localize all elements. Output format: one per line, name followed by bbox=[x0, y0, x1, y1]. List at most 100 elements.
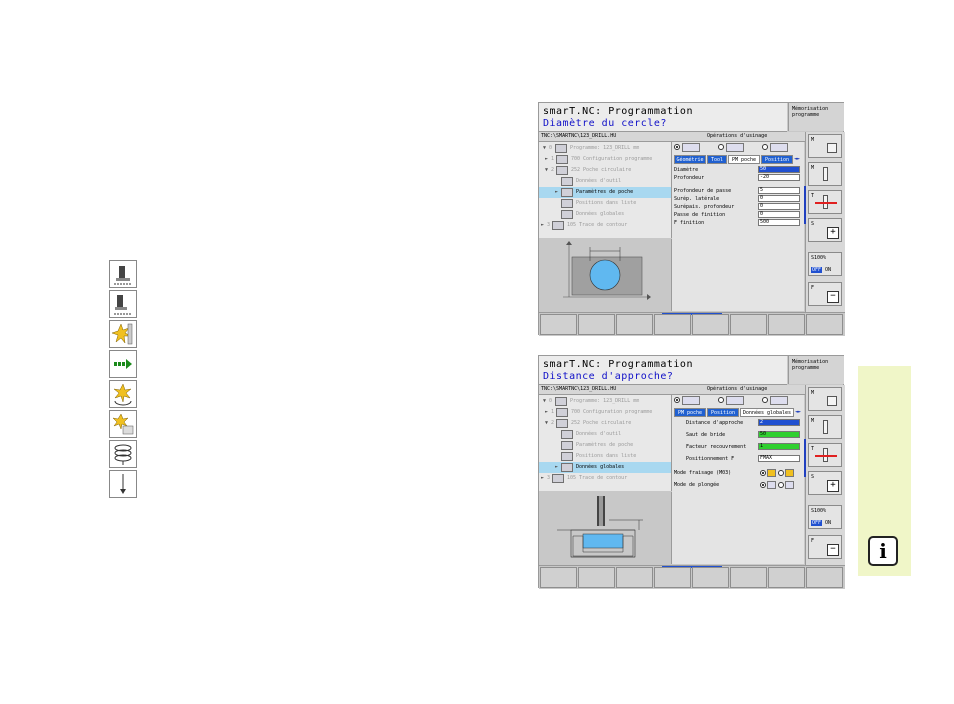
passe-finition-input[interactable]: 0 bbox=[758, 211, 800, 218]
mode-plongee-radio[interactable] bbox=[760, 482, 766, 488]
view-radio[interactable] bbox=[674, 144, 680, 150]
view-radio[interactable] bbox=[762, 397, 768, 403]
path-bar: TNC:\SMARTNC\123_DRILL.HU Opérations d'u… bbox=[539, 132, 806, 142]
field-label: Positionnement F bbox=[686, 456, 735, 462]
spindle-plus-button[interactable]: S + bbox=[808, 471, 842, 495]
tree-item-selected[interactable]: ► Paramètres de poche bbox=[539, 187, 671, 198]
tree-item[interactable]: ▼ 2 252 Poche circulaire bbox=[539, 165, 671, 176]
softkey-7[interactable] bbox=[768, 314, 805, 335]
tree-item[interactable]: ► 3 105 Trace de contour bbox=[539, 473, 671, 484]
tab-donnees-globales[interactable]: Données globales bbox=[740, 408, 794, 417]
tree-item[interactable]: ▼ 0 Programme: 123_DRILL mm bbox=[539, 143, 671, 154]
tree-item[interactable]: Positions dans liste bbox=[539, 451, 671, 462]
tree-item[interactable]: ► 1 700 Configuration programme bbox=[539, 407, 671, 418]
field-row: Diamètre 50 bbox=[674, 166, 802, 174]
mode-fraisage-radio[interactable] bbox=[760, 470, 766, 476]
parameter-panel: Géométrie Tool PM poche Position ◄► Diam… bbox=[672, 142, 804, 311]
spindle-override-button[interactable]: S100% OFF ON bbox=[808, 505, 842, 529]
view-3d-icon bbox=[682, 143, 700, 152]
tab-tool[interactable]: Tool bbox=[707, 155, 727, 164]
m-tool-button[interactable]: M bbox=[808, 415, 842, 439]
field-row: Mode de plongée bbox=[674, 481, 802, 491]
tab-pm-poche[interactable]: PM poche bbox=[728, 155, 760, 164]
spindle-override-button[interactable]: S100% OFF ON bbox=[808, 252, 842, 276]
positionnement-f-input[interactable]: FMAX bbox=[758, 455, 800, 462]
softkey-4[interactable] bbox=[654, 567, 691, 588]
softkey-3[interactable] bbox=[616, 567, 653, 588]
tree-item[interactable]: Positions dans liste bbox=[539, 198, 671, 209]
scroll-indicator bbox=[804, 439, 806, 477]
surep-profondeur-input[interactable]: 0 bbox=[758, 203, 800, 210]
spindle-plus-button[interactable]: S + bbox=[808, 218, 842, 242]
mode-fraisage-radio[interactable] bbox=[778, 470, 784, 476]
program-path: TNC:\SMARTNC\123_DRILL.HU bbox=[541, 133, 617, 139]
view-3d-icon bbox=[682, 396, 700, 405]
tree-item[interactable]: ▼ 2 252 Poche circulaire bbox=[539, 418, 671, 429]
helix-icon bbox=[109, 440, 137, 468]
memorisation-button[interactable]: Mémorisation programme bbox=[788, 103, 844, 131]
f-finition-input[interactable]: 500 bbox=[758, 219, 800, 226]
view-radio[interactable] bbox=[718, 144, 724, 150]
saut-bride-input[interactable]: 50 bbox=[758, 431, 800, 438]
tree-item[interactable]: Paramètres de poche bbox=[539, 440, 671, 451]
softkey-3[interactable] bbox=[616, 314, 653, 335]
tool-axis-button[interactable]: T bbox=[808, 190, 842, 214]
distance-approche-input[interactable]: 2 bbox=[758, 419, 800, 426]
pocket-preview bbox=[539, 239, 672, 311]
path-bar: TNC:\SMARTNC\123_DRILL.HU Opérations d'u… bbox=[539, 385, 806, 395]
tab-geometrie[interactable]: Géométrie bbox=[674, 155, 706, 164]
memorisation-button[interactable]: Mémorisation programme bbox=[788, 356, 844, 384]
softkey-1[interactable] bbox=[540, 314, 577, 335]
approach-preview bbox=[539, 492, 672, 564]
softkey-1[interactable] bbox=[540, 567, 577, 588]
tree-item[interactable]: Données d'outil bbox=[539, 429, 671, 440]
softkey-7[interactable] bbox=[768, 567, 805, 588]
view-radio[interactable] bbox=[674, 397, 680, 403]
field-label: Facteur recouvrement bbox=[686, 444, 747, 450]
softkey-6[interactable] bbox=[730, 314, 767, 335]
tree-item[interactable]: Données globales bbox=[539, 209, 671, 220]
tree-item[interactable]: ▼ 0 Programme: 123_DRILL mm bbox=[539, 396, 671, 407]
tab-position[interactable]: Position bbox=[761, 155, 793, 164]
facteur-recouvrement-input[interactable]: 1 bbox=[758, 443, 800, 450]
softkey-5[interactable] bbox=[692, 567, 729, 588]
tab-position[interactable]: Position bbox=[707, 408, 739, 417]
field-row: Profondeur -20 bbox=[674, 174, 802, 182]
view-radio[interactable] bbox=[762, 144, 768, 150]
softkey-6[interactable] bbox=[730, 567, 767, 588]
arrow-right-icon bbox=[109, 350, 137, 378]
tool-axis-button[interactable]: T bbox=[808, 443, 842, 467]
surep-laterale-input[interactable]: 0 bbox=[758, 195, 800, 202]
tree-item[interactable]: ► 1 700 Configuration programme bbox=[539, 154, 671, 165]
view-radio[interactable] bbox=[718, 397, 724, 403]
field-row: Saut de bride 50 bbox=[674, 431, 802, 441]
tree-item[interactable]: ► 3 105 Trace de contour bbox=[539, 220, 671, 231]
tree-item-selected[interactable]: ► Données globales bbox=[539, 462, 671, 473]
profondeur-input[interactable]: -20 bbox=[758, 174, 800, 181]
softkey-2[interactable] bbox=[578, 567, 615, 588]
rotate-star-icon bbox=[109, 380, 137, 408]
m-function-button[interactable]: M bbox=[808, 134, 842, 158]
mode-plongee-radio[interactable] bbox=[778, 482, 784, 488]
tab-pm-poche[interactable]: PM poche bbox=[674, 408, 706, 417]
feed-minus-button[interactable]: F − bbox=[808, 535, 842, 559]
profondeur-passe-input[interactable]: 5 bbox=[758, 187, 800, 194]
approach-distance-graphic bbox=[557, 496, 643, 558]
tab-scroll-arrows[interactable]: ◄► bbox=[795, 408, 801, 417]
softkey-4[interactable] bbox=[654, 314, 691, 335]
tree-item[interactable]: Données d'outil bbox=[539, 176, 671, 187]
softkey-2[interactable] bbox=[578, 314, 615, 335]
circular-pocket-graphic bbox=[563, 241, 651, 300]
softkey-8[interactable] bbox=[806, 567, 843, 588]
feed-minus-button[interactable]: F − bbox=[808, 282, 842, 306]
m-tool-button[interactable]: M bbox=[808, 162, 842, 186]
vertical-plunge-icon bbox=[785, 481, 794, 489]
view-side-icon bbox=[726, 396, 744, 405]
side-softkeys: M M T S + S100% OFF ON F − bbox=[805, 132, 845, 312]
diametre-input[interactable]: 50 bbox=[758, 166, 800, 173]
star-corner-icon bbox=[109, 410, 137, 438]
softkey-8[interactable] bbox=[806, 314, 843, 335]
m-function-button[interactable]: M bbox=[808, 387, 842, 411]
tab-scroll-arrows[interactable]: ◄► bbox=[794, 155, 800, 164]
softkey-5[interactable] bbox=[692, 314, 729, 335]
